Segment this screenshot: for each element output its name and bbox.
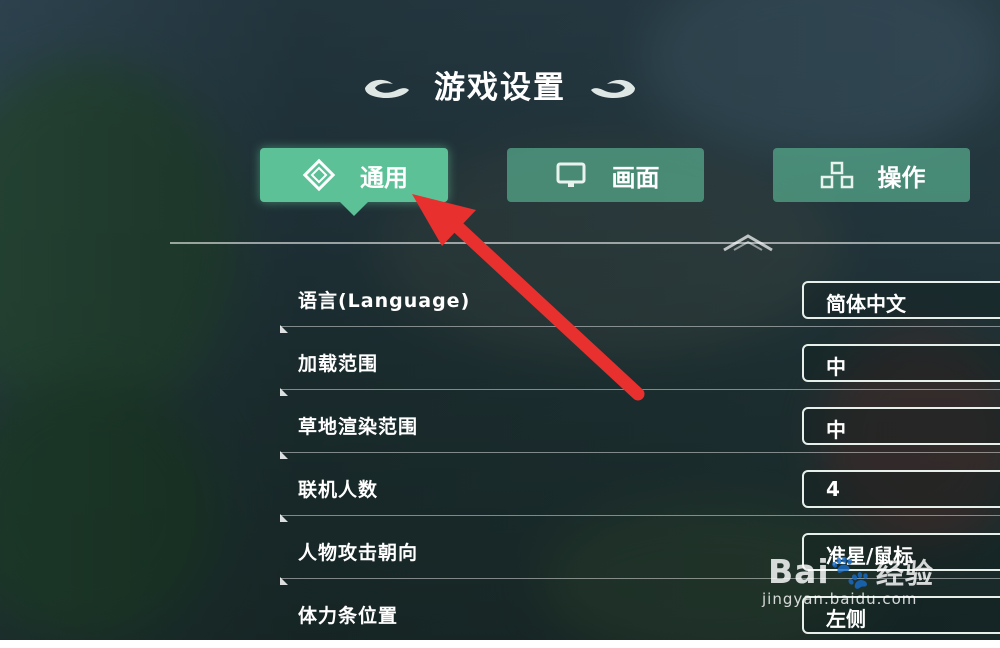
tab-general[interactable]: 通用 (260, 148, 448, 216)
setting-dropdown-player-count[interactable]: 4 (802, 470, 1000, 508)
watermark-url: jingyan.baidu.com (762, 590, 918, 608)
collapse-caret-icon (723, 234, 773, 252)
setting-label: 人物攻击朝向 (298, 542, 419, 564)
section-divider (170, 242, 1000, 244)
row-corner-marker (280, 577, 288, 585)
setting-dropdown-language[interactable]: 简体中文 (802, 281, 1000, 319)
setting-label: 联机人数 (298, 479, 379, 501)
setting-label: 体力条位置 (298, 605, 399, 627)
row-corner-marker (280, 640, 288, 648)
setting-dropdown-grass-range[interactable]: 中 (802, 407, 1000, 445)
page-title-bar: 游戏设置 (0, 62, 1000, 108)
monitor-icon (552, 156, 590, 194)
blocks-icon (818, 156, 856, 194)
baidu-watermark: Bai🐾 经验 jingyan.baidu.com (762, 552, 934, 608)
row-corner-marker (280, 325, 288, 333)
watermark-brand: Bai (768, 552, 830, 591)
row-corner-marker (280, 451, 288, 459)
setting-label: 加载范围 (298, 353, 379, 375)
row-corner-marker (280, 514, 288, 522)
row-divider (280, 641, 1000, 642)
row-corner-marker (280, 388, 288, 396)
row-divider (280, 452, 1000, 453)
setting-row-player-count: 联机人数 4 (280, 459, 1000, 522)
row-divider (280, 515, 1000, 516)
row-divider (280, 389, 1000, 390)
tab-controls[interactable]: 操作 (773, 148, 970, 202)
row-divider (280, 326, 1000, 327)
diamond-settings-icon (300, 156, 338, 194)
setting-label: 草地渲染范围 (298, 416, 419, 438)
tab-graphics[interactable]: 画面 (507, 148, 704, 202)
setting-row-load-range: 加载范围 中 (280, 333, 1000, 396)
page-title: 游戏设置 (434, 70, 566, 106)
setting-row-grass-range: 草地渲染范围 中 (280, 396, 1000, 459)
right-ornament-icon (589, 72, 637, 108)
setting-label: 语言(Language) (298, 290, 471, 312)
setting-dropdown-load-range[interactable]: 中 (802, 344, 1000, 382)
tab-controls-label: 操作 (877, 163, 926, 192)
tab-graphics-label: 画面 (611, 163, 660, 192)
left-ornament-icon (363, 72, 411, 108)
watermark-brand-cn: 经验 (875, 557, 934, 590)
paw-icon: 🐾 (829, 552, 872, 591)
setting-row-language: 语言(Language) 简体中文 (280, 270, 1000, 333)
tab-general-label: 通用 (360, 163, 408, 192)
